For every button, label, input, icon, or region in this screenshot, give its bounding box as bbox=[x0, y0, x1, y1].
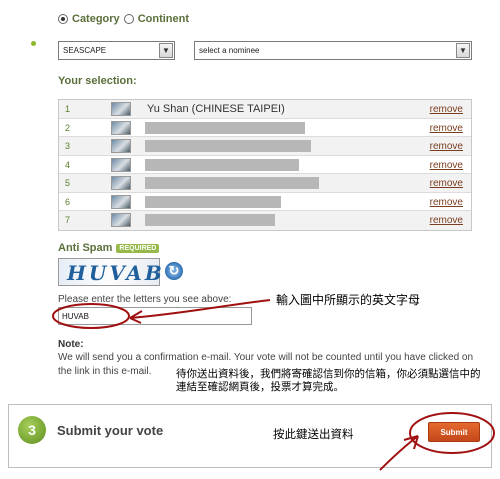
radio-continent-label[interactable]: Continent bbox=[138, 13, 189, 25]
chevron-down-icon[interactable]: ▼ bbox=[159, 43, 173, 58]
row-number: 2 bbox=[65, 122, 71, 133]
nominee-select-value: select a nominee bbox=[199, 46, 260, 55]
row-number: 5 bbox=[65, 178, 71, 188]
nominee-thumbnail bbox=[111, 176, 131, 190]
table-row: 5 remove bbox=[59, 174, 471, 193]
captcha-prompt: Please enter the letters you see above: bbox=[58, 294, 232, 305]
redacted-name bbox=[145, 177, 319, 189]
selection-table: 1 Yu Shan (CHINESE TAIPEI) remove 2 remo… bbox=[58, 99, 472, 231]
step-number-badge: 3 bbox=[18, 416, 46, 444]
selection-heading: Your selection: bbox=[58, 75, 137, 87]
filter-radio-group: Category Continent bbox=[58, 13, 189, 25]
row-number: 7 bbox=[65, 215, 71, 225]
radio-category[interactable] bbox=[58, 14, 68, 24]
table-row: 7 remove bbox=[59, 211, 471, 230]
remove-link[interactable]: remove bbox=[430, 104, 463, 115]
radio-category-label[interactable]: Category bbox=[72, 13, 120, 25]
redacted-name bbox=[145, 158, 299, 171]
captcha-input[interactable]: HUVAB bbox=[58, 307, 252, 325]
row-number: 4 bbox=[65, 159, 71, 170]
captcha-image: HUVAB bbox=[58, 258, 162, 286]
refresh-captcha-icon[interactable]: ↻ bbox=[165, 262, 183, 280]
row-number: 6 bbox=[65, 196, 71, 207]
table-row: 6 remove bbox=[59, 193, 471, 211]
redacted-name bbox=[145, 140, 311, 152]
chevron-down-icon[interactable]: ▼ bbox=[456, 43, 470, 58]
redacted-name bbox=[145, 195, 281, 208]
redacted-name bbox=[145, 214, 275, 226]
annotation-confirm-email: 待你送出資料後，我們將寄確認信到你的信箱，你必須點選信中的連結至確認網頁後，投票… bbox=[176, 368, 486, 394]
table-row: 3 remove bbox=[59, 137, 471, 156]
row-number: 3 bbox=[65, 141, 71, 151]
nominee-thumbnail bbox=[111, 139, 131, 153]
nominee-thumbnail bbox=[111, 157, 131, 172]
required-badge: REQUIRED bbox=[116, 243, 160, 253]
nominee-thumbnail bbox=[111, 213, 131, 227]
anti-spam-label: Anti Spam bbox=[58, 242, 113, 254]
nominee-thumbnail bbox=[111, 194, 131, 209]
nominee-select[interactable]: select a nominee ▼ bbox=[194, 41, 472, 60]
row-number: 1 bbox=[65, 104, 71, 114]
remove-link[interactable]: remove bbox=[430, 160, 463, 171]
nominee-thumbnail bbox=[111, 102, 131, 116]
remove-link[interactable]: remove bbox=[430, 197, 463, 208]
remove-link[interactable]: remove bbox=[430, 215, 463, 226]
submit-button[interactable]: Submit bbox=[428, 422, 480, 442]
remove-link[interactable]: remove bbox=[430, 178, 463, 189]
nominee-name: Yu Shan (CHINESE TAIPEI) bbox=[147, 103, 285, 115]
table-row: 2 remove bbox=[59, 119, 471, 137]
annotation-enter-captcha: 輸入圖中所顯示的英文字母 bbox=[276, 293, 421, 307]
remove-link[interactable]: remove bbox=[430, 123, 463, 134]
annotation-press-submit: 按此鍵送出資料 bbox=[273, 429, 354, 441]
anti-spam-header: Anti Spam REQUIRED bbox=[58, 242, 160, 254]
category-select[interactable]: SEASCAPE ▼ bbox=[58, 41, 175, 60]
bullet-icon bbox=[31, 41, 36, 46]
submit-step-title: Submit your vote bbox=[57, 423, 164, 438]
table-row: 1 Yu Shan (CHINESE TAIPEI) remove bbox=[59, 100, 471, 119]
redacted-name bbox=[145, 121, 305, 134]
nominee-thumbnail bbox=[111, 120, 131, 135]
category-select-value: SEASCAPE bbox=[63, 46, 107, 55]
radio-continent[interactable] bbox=[123, 14, 134, 24]
table-row: 4 remove bbox=[59, 156, 471, 174]
note-title: Note: bbox=[58, 339, 84, 350]
remove-link[interactable]: remove bbox=[430, 141, 463, 152]
